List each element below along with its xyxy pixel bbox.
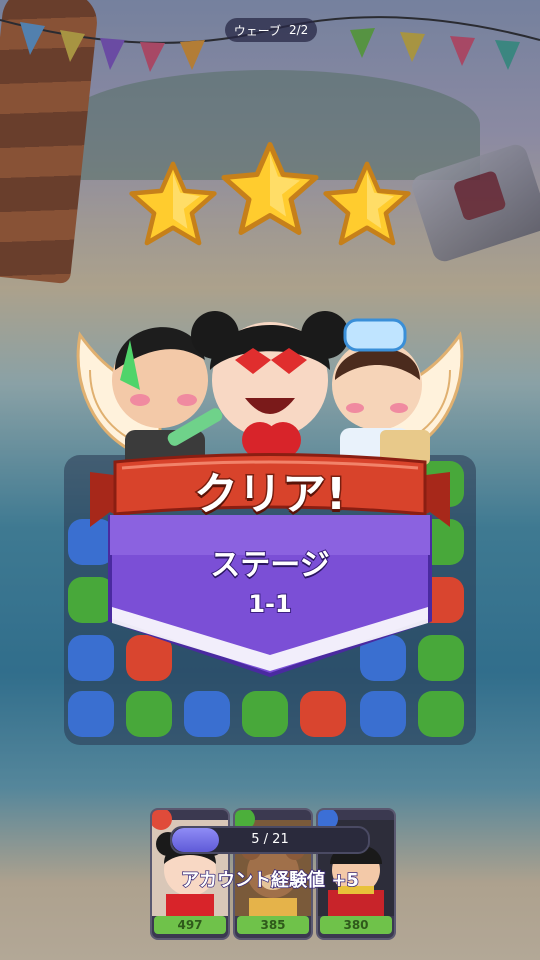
gem-leaf-icon (126, 691, 172, 737)
wave-label: ウェーブ (233, 23, 281, 38)
fire-icon (152, 810, 172, 830)
star-icon-1 (129, 161, 217, 246)
hp-value: 380 (320, 916, 392, 934)
party-characters (112, 311, 430, 475)
gem-water-icon (68, 691, 114, 737)
gem-leaf-icon (418, 691, 464, 737)
gem-water-icon (184, 691, 230, 737)
gem-water-icon (360, 691, 406, 737)
wave-progress: 2/2 (288, 23, 309, 37)
star-icon-2 (221, 142, 319, 235)
hp-value: 385 (237, 916, 309, 934)
star-icon-3 (323, 161, 411, 246)
hp-value: 497 (154, 916, 226, 934)
xp-progress-text: 5 / 21 (251, 832, 289, 847)
account-xp-label: アカウント経験値 +5 (180, 869, 359, 892)
gem-fire-icon (300, 691, 346, 737)
account-xp-bar: 5 / 21 (170, 826, 370, 854)
game-scene: ウェーブ 2/2 クリア! ステージ 1-1 497 385 380 5 / 2… (0, 0, 540, 960)
gem-leaf-icon (242, 691, 288, 737)
stage-label: ステージ (209, 547, 330, 584)
stage-number: 1-1 (247, 589, 292, 619)
wave-indicator: ウェーブ 2/2 (225, 18, 317, 42)
